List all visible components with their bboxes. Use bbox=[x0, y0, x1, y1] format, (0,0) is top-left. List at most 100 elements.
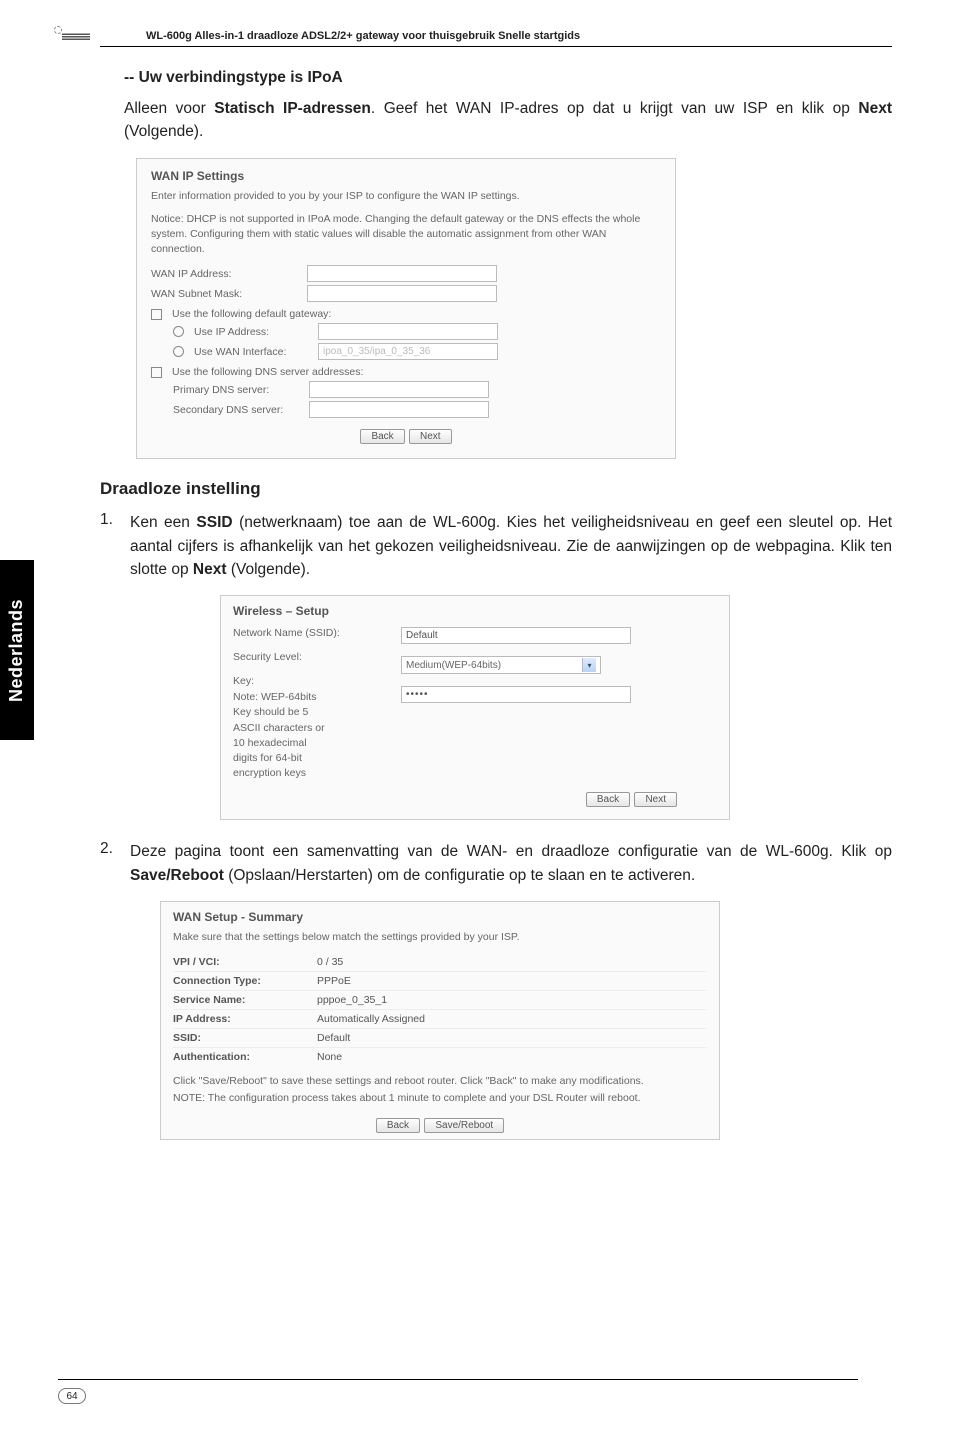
ssid-summary-label: SSID: bbox=[173, 1032, 303, 1044]
wan-ip-next-button[interactable]: Next bbox=[409, 429, 452, 444]
use-wan-iface-row: Use WAN Interface: ipoa_0_35/ipa_0_35_36 bbox=[151, 343, 661, 360]
vpi-vci-label: VPI / VCI: bbox=[173, 956, 303, 968]
summary-back-button[interactable]: Back bbox=[376, 1118, 420, 1133]
step-1-strong-ssid: SSID bbox=[196, 514, 232, 531]
table-row: VPI / VCI: 0 / 35 bbox=[173, 953, 707, 971]
wireless-back-button[interactable]: Back bbox=[586, 792, 630, 807]
table-row: Authentication: None bbox=[173, 1047, 707, 1066]
ipoa-strong-1: Statisch IP-adressen bbox=[214, 100, 371, 117]
table-row: Connection Type: PPPoE bbox=[173, 971, 707, 990]
wan-ip-label: WAN IP Address: bbox=[151, 268, 301, 280]
wireless-button-row: Back Next bbox=[233, 789, 717, 807]
wireless-setup-screenshot: Wireless – Setup Network Name (SSID): Se… bbox=[220, 595, 730, 820]
conn-type-label: Connection Type: bbox=[173, 975, 303, 987]
step-1-text: Ken een SSID (netwerknaam) toe aan de WL… bbox=[130, 511, 892, 581]
conn-type-value: PPPoE bbox=[317, 975, 351, 987]
wan-ip-back-button[interactable]: Back bbox=[360, 429, 404, 444]
wan-ip-button-row: Back Next bbox=[151, 426, 661, 444]
summary-note-1: Click "Save/Reboot" to save these settin… bbox=[173, 1074, 707, 1089]
ipoa-body-suffix: (Volgende). bbox=[124, 123, 203, 140]
ssid-row: Network Name (SSID): bbox=[233, 627, 383, 639]
step-1-prefix: Ken een bbox=[130, 514, 196, 531]
step-2-strong: Save/Reboot bbox=[130, 867, 224, 884]
brand-logo-icon bbox=[62, 32, 90, 40]
key-row: Key: bbox=[233, 675, 383, 687]
secondary-dns-input[interactable] bbox=[309, 401, 489, 418]
use-ip-input[interactable] bbox=[318, 323, 498, 340]
step-2-prefix: Deze pagina toont een samenvatting van d… bbox=[130, 843, 892, 860]
ipoa-body-mid: . Geef het WAN IP-adres op dat u krijgt … bbox=[371, 100, 859, 117]
wan-subnet-row: WAN Subnet Mask: bbox=[151, 285, 661, 302]
use-ip-radio[interactable] bbox=[173, 326, 184, 337]
auth-label: Authentication: bbox=[173, 1051, 303, 1063]
table-row: Service Name: pppoe_0_35_1 bbox=[173, 990, 707, 1009]
wan-ip-input[interactable] bbox=[307, 265, 497, 282]
product-header-text: WL-600g Alles-in-1 draadloze ADSL2/2+ ga… bbox=[146, 30, 580, 42]
security-select[interactable]: Medium(WEP-64bits)▾ bbox=[401, 656, 601, 674]
step-2-text: Deze pagina toont een samenvatting van d… bbox=[130, 840, 892, 887]
step-1-suffix: (Volgende). bbox=[227, 561, 311, 578]
step-2-number: 2. bbox=[100, 840, 116, 887]
summary-step-2: 2. Deze pagina toont een samenvatting va… bbox=[100, 840, 892, 887]
service-name-value: pppoe_0_35_1 bbox=[317, 994, 387, 1006]
wan-ip-title: WAN IP Settings bbox=[151, 169, 661, 183]
chevron-down-icon: ▾ bbox=[582, 658, 596, 672]
use-ip-label: Use IP Address: bbox=[194, 326, 312, 338]
table-row: IP Address: Automatically Assigned bbox=[173, 1009, 707, 1028]
use-dns-checkbox[interactable] bbox=[151, 367, 162, 378]
summary-note-2: NOTE: The configuration process takes ab… bbox=[173, 1091, 707, 1106]
summary-intro: Make sure that the settings below match … bbox=[173, 930, 707, 945]
use-wan-iface-value[interactable]: ipoa_0_35/ipa_0_35_36 bbox=[318, 343, 498, 360]
security-row: Security Level: bbox=[233, 651, 383, 663]
ssid-summary-value: Default bbox=[317, 1032, 350, 1044]
key-label: Key: bbox=[233, 675, 254, 687]
wireless-subhead: Draadloze instelling bbox=[100, 479, 892, 499]
wireless-title: Wireless – Setup bbox=[233, 604, 717, 618]
page-footer: 64 bbox=[58, 1379, 858, 1405]
ipoa-body: Alleen voor Statisch IP-adressen. Geef h… bbox=[124, 97, 892, 144]
use-dns-checkbox-row: Use the following DNS server addresses: bbox=[151, 366, 661, 378]
wireless-next-button[interactable]: Next bbox=[634, 792, 677, 807]
summary-save-reboot-button[interactable]: Save/Reboot bbox=[424, 1118, 504, 1133]
summary-title: WAN Setup - Summary bbox=[173, 910, 707, 924]
key-input[interactable]: ••••• bbox=[401, 686, 631, 703]
wan-summary-screenshot: WAN Setup - Summary Make sure that the s… bbox=[160, 901, 720, 1140]
primary-dns-row: Primary DNS server: bbox=[151, 381, 661, 398]
document-page: WL-600g Alles-in-1 draadloze ADSL2/2+ ga… bbox=[0, 0, 954, 1140]
ssid-label: Network Name (SSID): bbox=[233, 627, 340, 639]
ip-addr-label: IP Address: bbox=[173, 1013, 303, 1025]
auth-value: None bbox=[317, 1051, 342, 1063]
use-wan-radio[interactable] bbox=[173, 346, 184, 357]
step-2-suffix: (Opslaan/Herstarten) om de configuratie … bbox=[224, 867, 695, 884]
table-row: SSID: Default bbox=[173, 1028, 707, 1047]
vpi-vci-value: 0 / 35 bbox=[317, 956, 343, 968]
wan-ip-notice: Notice: DHCP is not supported in IPoA mo… bbox=[151, 212, 661, 258]
primary-dns-label: Primary DNS server: bbox=[173, 384, 303, 396]
secondary-dns-label: Secondary DNS server: bbox=[173, 404, 303, 416]
secondary-dns-row: Secondary DNS server: bbox=[151, 401, 661, 418]
default-gw-checkbox[interactable] bbox=[151, 309, 162, 320]
page-header: WL-600g Alles-in-1 draadloze ADSL2/2+ ga… bbox=[100, 30, 892, 47]
ipoa-heading: -- Uw verbindingstype is IPoA bbox=[124, 69, 892, 87]
security-label: Security Level: bbox=[233, 651, 302, 663]
primary-dns-input[interactable] bbox=[309, 381, 489, 398]
summary-button-row: Back Save/Reboot bbox=[173, 1115, 707, 1133]
ipoa-body-prefix: Alleen voor bbox=[124, 100, 214, 117]
ipoa-strong-2: Next bbox=[858, 100, 892, 117]
default-gw-label: Use the following default gateway: bbox=[172, 308, 331, 320]
service-name-label: Service Name: bbox=[173, 994, 303, 1006]
wireless-step-1: 1. Ken een SSID (netwerknaam) toe aan de… bbox=[100, 511, 892, 581]
page-number: 64 bbox=[58, 1388, 86, 1404]
use-wan-label: Use WAN Interface: bbox=[194, 346, 312, 358]
use-dns-label: Use the following DNS server addresses: bbox=[172, 366, 363, 378]
wan-ip-intro: Enter information provided to you by you… bbox=[151, 189, 661, 204]
default-gw-checkbox-row: Use the following default gateway: bbox=[151, 308, 661, 320]
use-ip-address-row: Use IP Address: bbox=[151, 323, 661, 340]
wan-subnet-input[interactable] bbox=[307, 285, 497, 302]
wan-ip-settings-screenshot: WAN IP Settings Enter information provid… bbox=[136, 158, 676, 460]
step-1-strong-next: Next bbox=[193, 561, 227, 578]
ip-addr-value: Automatically Assigned bbox=[317, 1013, 425, 1025]
ssid-input[interactable]: Default bbox=[401, 627, 631, 644]
wan-subnet-label: WAN Subnet Mask: bbox=[151, 288, 301, 300]
wan-ip-row: WAN IP Address: bbox=[151, 265, 661, 282]
